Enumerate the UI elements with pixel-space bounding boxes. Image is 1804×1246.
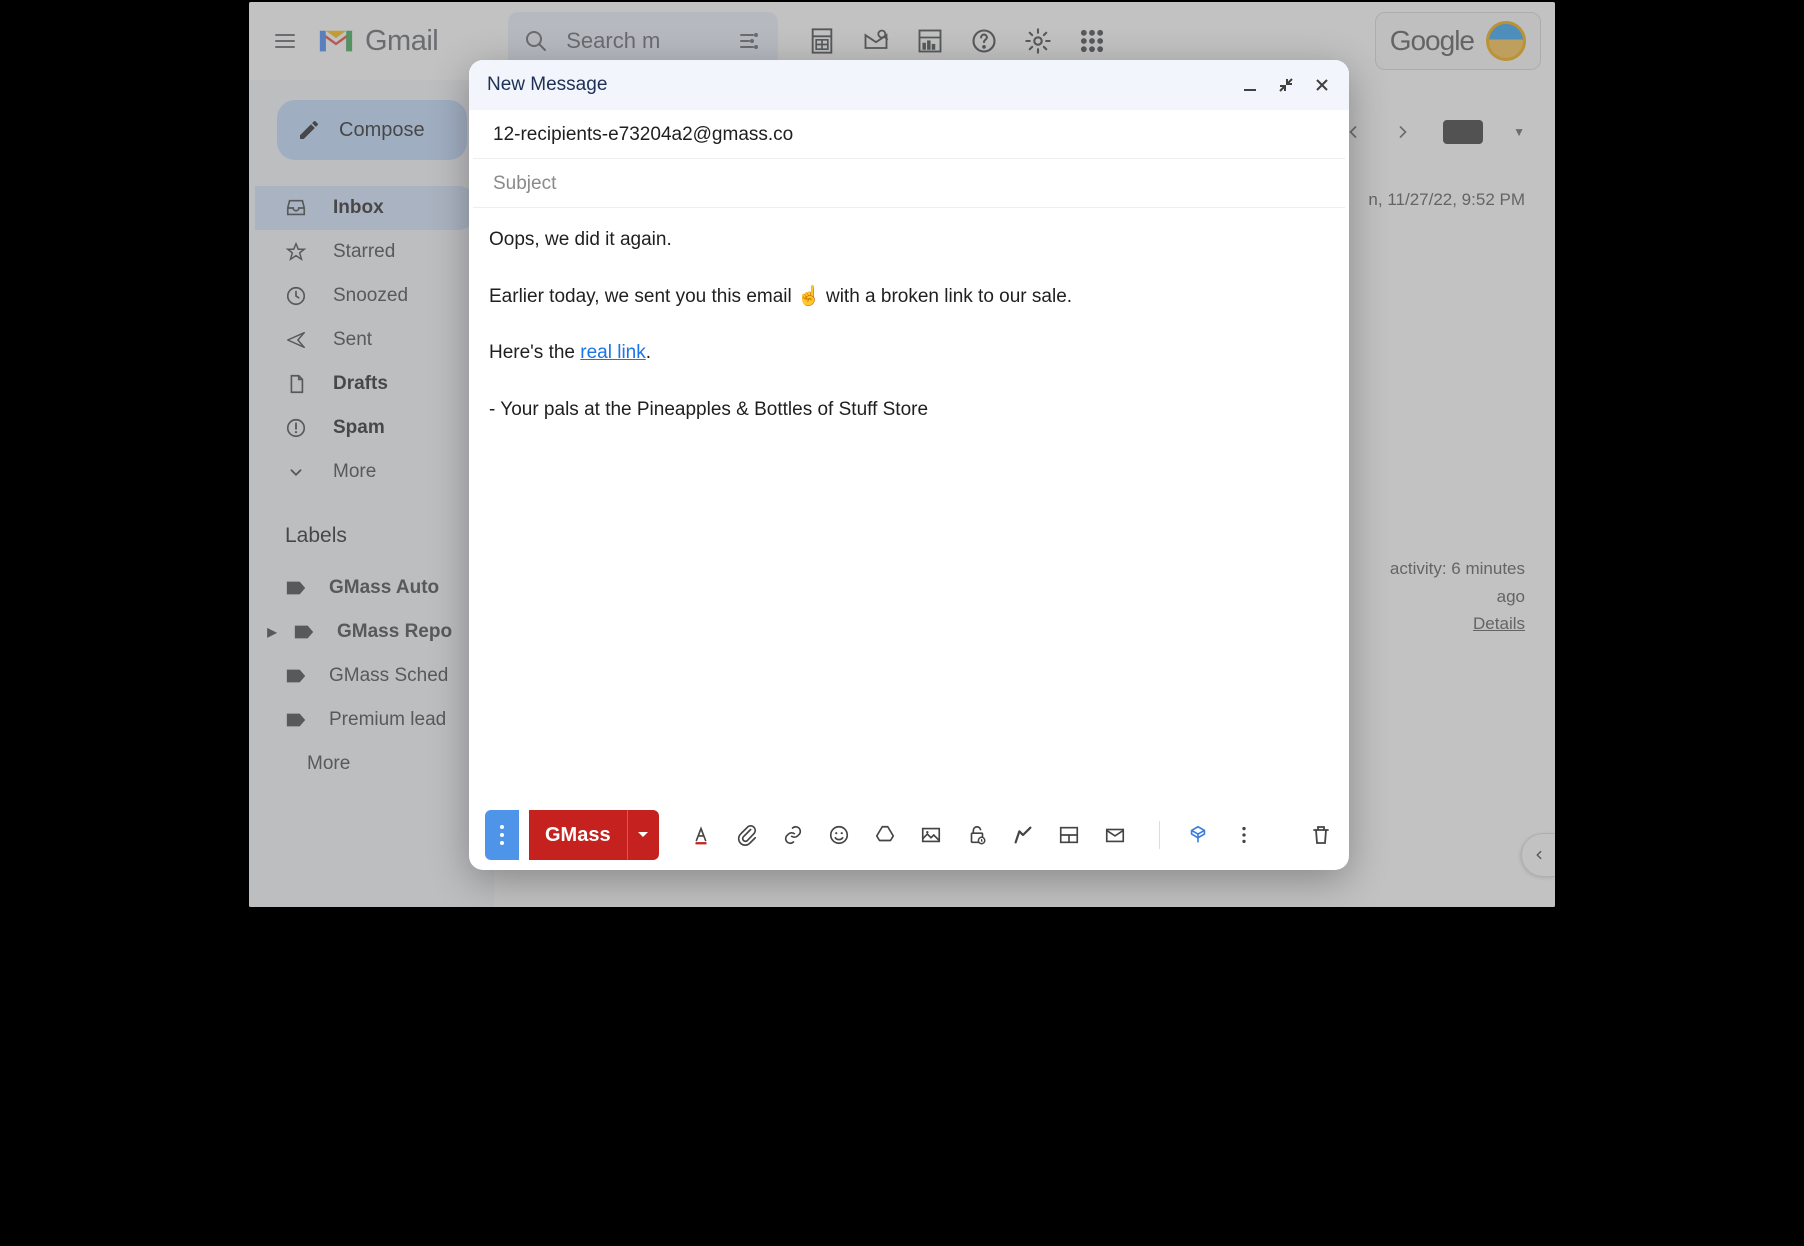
gmass-cube-icon[interactable] [1186,823,1210,847]
main-menu-button[interactable] [263,19,307,63]
activity-line-2: ago [1390,583,1525,610]
body-p1: Oops, we did it again. [489,226,1329,255]
search-placeholder: Search m [566,28,720,54]
sidebar: Compose Inbox Starred Snoozed Sent Drafts Spa… [249,80,494,907]
subject-field[interactable]: Subject [473,159,1345,208]
body-p3: Here's the real link. [489,339,1329,368]
insert-drive-icon[interactable] [873,823,897,847]
confidential-mode-icon[interactable] [965,823,989,847]
compose-body[interactable]: Oops, we did it again. Earlier today, we… [469,208,1349,800]
sidebar-item-label: Drafts [333,373,388,395]
sidebar-item-starred[interactable]: Starred [255,230,480,274]
alert-icon [285,417,309,439]
label-item[interactable]: GMass Sched [255,654,494,698]
ext-analytics-icon[interactable] [914,25,946,57]
compose-button[interactable]: Compose [277,100,467,160]
label-tag-icon [285,667,307,685]
sidebar-item-snoozed[interactable]: Snoozed [255,274,480,318]
activity-line-1: activity: 6 minutes [1390,555,1525,582]
label-tag-icon [293,623,315,641]
discard-draft-icon[interactable] [1309,823,1333,847]
ext-envelope-search-icon[interactable] [860,25,892,57]
sidebar-item-more[interactable]: More [255,450,480,494]
sidebar-item-label: Snoozed [333,285,408,307]
gmass-options-button[interactable] [485,810,519,860]
google-account-chip[interactable]: Google [1375,12,1541,70]
sidebar-item-label: Spam [333,417,385,439]
compose-titlebar[interactable]: New Message [469,60,1349,110]
sidebar-item-label: Inbox [333,197,384,219]
compose-label: Compose [339,119,425,142]
recipients-field[interactable]: 12-recipients-e73204a2@gmass.co [473,110,1345,159]
compose-title: New Message [487,74,607,96]
label-item[interactable]: ▶ GMass Repo [255,610,494,654]
apps-grid-icon[interactable] [1076,25,1108,57]
sidebar-item-label: Starred [333,241,395,263]
format-text-icon[interactable] [689,823,713,847]
star-icon [285,241,309,263]
next-thread-button[interactable] [1393,122,1413,142]
close-button[interactable] [1313,76,1331,94]
sidebar-item-sent[interactable]: Sent [255,318,480,362]
body-p2: Earlier today, we sent you this email ☝️… [489,283,1329,312]
gmass-dropdown[interactable] [627,810,659,860]
thread-timestamp: n, 11/27/22, 9:52 PM [1368,190,1525,210]
labels-heading: Labels [255,494,494,566]
chevron-icon [285,461,309,483]
inbox-icon [285,197,309,219]
sidebar-item-spam[interactable]: Spam [255,406,480,450]
account-avatar[interactable] [1486,21,1526,61]
file-icon [285,373,309,395]
minimize-button[interactable] [1241,76,1259,94]
compose-toolbar: GMass [469,800,1349,870]
ext-sheet-icon[interactable] [806,25,838,57]
help-icon[interactable] [968,25,1000,57]
label-text: GMass Sched [329,665,448,687]
label-item[interactable]: More [255,742,494,786]
app-name: Gmail [365,25,438,58]
label-text: GMass Auto [329,577,439,599]
body-p4: - Your pals at the Pineapples & Bottles … [489,396,1329,425]
more-options-icon[interactable] [1232,823,1256,847]
search-options-icon[interactable] [738,29,762,53]
label-text: Premium lead [329,709,446,731]
exit-fullscreen-button[interactable] [1277,76,1295,94]
send-icon [285,329,309,351]
activity-details-link[interactable]: Details [1473,614,1525,633]
template-icon[interactable] [1057,823,1081,847]
google-label: Google [1390,25,1474,57]
envelope-template-icon[interactable] [1103,823,1127,847]
attach-file-icon[interactable] [735,823,759,847]
insert-emoji-icon[interactable] [827,823,851,847]
search-icon [524,29,548,53]
gmass-send-button[interactable]: GMass [529,810,659,860]
input-tools-icon[interactable] [1443,120,1483,144]
label-tag-icon [285,711,307,729]
input-tools-dropdown[interactable]: ▼ [1513,125,1525,139]
label-item[interactable]: Premium lead [255,698,494,742]
clock-icon [285,285,309,307]
extension-icons [806,25,1108,57]
sidebar-item-inbox[interactable]: Inbox [255,186,480,230]
sidebar-item-drafts[interactable]: Drafts [255,362,480,406]
label-text: GMass Repo [337,621,452,643]
settings-gear-icon[interactable] [1022,25,1054,57]
insert-link-icon[interactable] [781,823,805,847]
compose-window: New Message 12-recipients-e73204a2@gmass… [469,60,1349,870]
expand-icon[interactable]: ▶ [267,625,277,639]
thread-pager: ▼ [1343,120,1525,144]
gmass-label: GMass [529,824,627,847]
real-link[interactable]: real link [580,342,645,363]
gmail-logo[interactable]: Gmail [317,25,438,58]
sidebar-item-label: Sent [333,329,372,351]
label-tag-icon [285,579,307,597]
label-item[interactable]: GMass Auto [255,566,494,610]
account-activity: activity: 6 minutes ago Details [1390,555,1525,637]
insert-signature-icon[interactable] [1011,823,1035,847]
sidebar-item-label: More [333,461,376,483]
insert-photo-icon[interactable] [919,823,943,847]
